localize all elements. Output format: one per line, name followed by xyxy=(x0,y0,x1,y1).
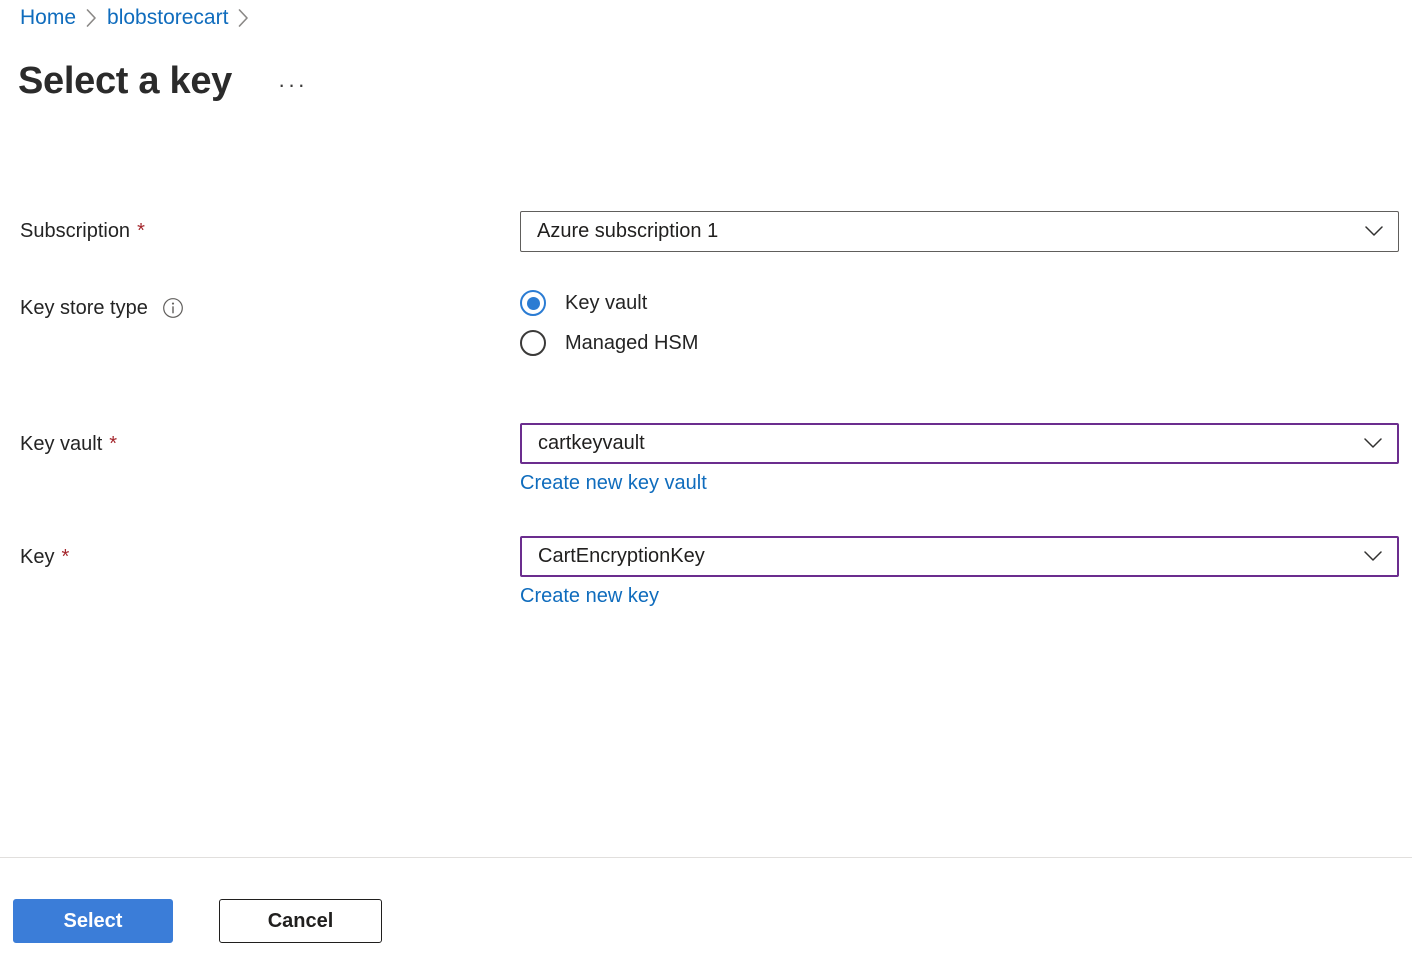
breadcrumb: Home blobstorecart xyxy=(20,4,259,32)
breadcrumb-item-home[interactable]: Home xyxy=(20,4,76,32)
chevron-down-icon xyxy=(1363,434,1383,454)
info-icon[interactable] xyxy=(162,297,184,319)
subscription-control: Azure subscription 1 xyxy=(520,211,1399,252)
subscription-required-asterisk: * xyxy=(137,220,145,242)
key-selected-value: CartEncryptionKey xyxy=(538,545,705,567)
key-store-type-control: Key vault Managed HSM xyxy=(520,290,1399,356)
select-button[interactable]: Select xyxy=(13,899,173,943)
page-header: Select a key ··· xyxy=(18,57,314,105)
chevron-down-icon xyxy=(1364,222,1384,242)
subscription-selected-value: Azure subscription 1 xyxy=(537,220,719,242)
key-control: CartEncryptionKey Create new key xyxy=(520,536,1399,610)
key-vault-dropdown[interactable]: cartkeyvault xyxy=(520,423,1399,464)
radio-option-key-vault[interactable]: Key vault xyxy=(520,290,1399,316)
create-new-key-vault-link[interactable]: Create new key vault xyxy=(520,469,707,497)
radio-label-key-vault: Key vault xyxy=(565,292,648,314)
key-dropdown[interactable]: CartEncryptionKey xyxy=(520,536,1399,577)
select-a-key-blade: Home blobstorecart Select a key ··· Subs… xyxy=(0,0,1412,953)
breadcrumb-chevron-icon xyxy=(86,9,97,27)
key-store-type-radio-group: Key vault Managed HSM xyxy=(520,290,1399,356)
page-title: Select a key xyxy=(18,60,233,102)
key-vault-control: cartkeyvault Create new key vault xyxy=(520,423,1399,497)
cancel-button[interactable]: Cancel xyxy=(219,899,382,943)
key-label: Key * xyxy=(20,544,69,570)
radio-option-managed-hsm[interactable]: Managed HSM xyxy=(520,330,1399,356)
chevron-down-icon xyxy=(1363,547,1383,567)
key-store-type-label-text: Key store type xyxy=(20,297,148,319)
key-required-asterisk: * xyxy=(61,546,70,568)
subscription-dropdown[interactable]: Azure subscription 1 xyxy=(520,211,1399,252)
radio-mark-unselected xyxy=(520,330,546,356)
subscription-label: Subscription * xyxy=(20,218,145,244)
breadcrumb-item-blobstorecart[interactable]: blobstorecart xyxy=(107,4,228,32)
key-vault-label: Key vault * xyxy=(20,431,117,457)
breadcrumb-chevron-icon-trailing xyxy=(238,9,249,27)
radio-label-managed-hsm: Managed HSM xyxy=(565,332,699,354)
key-vault-required-asterisk: * xyxy=(109,433,118,455)
create-new-key-link[interactable]: Create new key xyxy=(520,582,659,610)
key-store-type-label: Key store type xyxy=(20,295,184,321)
footer-action-bar: Select Cancel xyxy=(0,858,1412,953)
key-label-text: Key xyxy=(20,546,55,568)
radio-dot xyxy=(526,296,540,310)
subscription-label-text: Subscription xyxy=(20,220,131,242)
radio-mark-selected xyxy=(520,290,546,316)
key-vault-label-text: Key vault xyxy=(20,433,103,455)
more-menu-icon[interactable]: ··· xyxy=(272,71,313,99)
key-vault-selected-value: cartkeyvault xyxy=(538,432,645,454)
